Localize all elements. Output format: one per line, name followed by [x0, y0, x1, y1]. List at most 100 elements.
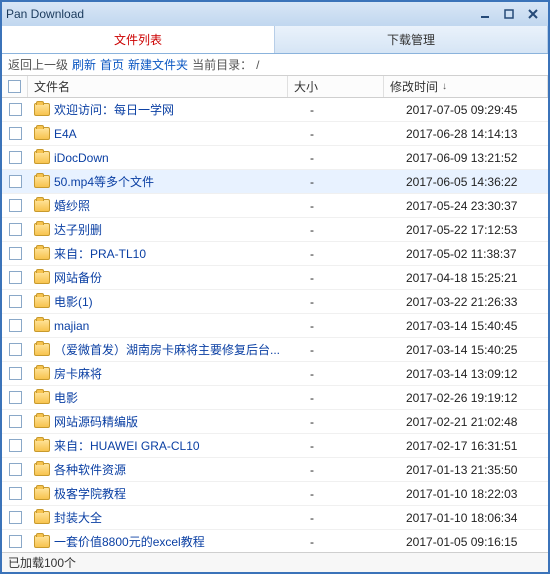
- checkbox-icon: [9, 487, 22, 500]
- row-size: -: [304, 362, 400, 385]
- row-name-cell[interactable]: iDocDown: [28, 146, 304, 169]
- folder-icon: [34, 535, 50, 548]
- row-size: -: [304, 314, 400, 337]
- row-name-cell[interactable]: 婚纱照: [28, 194, 304, 217]
- row-checkbox[interactable]: [2, 458, 28, 481]
- row-name-cell[interactable]: 各种软件资源: [28, 458, 304, 481]
- row-name-cell[interactable]: majian: [28, 314, 304, 337]
- table-row[interactable]: 婚纱照-2017-05-24 23:30:37: [2, 194, 548, 218]
- checkbox-icon: [9, 415, 22, 428]
- row-checkbox[interactable]: [2, 98, 28, 121]
- table-row[interactable]: 一套价值8800元的excel教程-2017-01-05 09:16:15: [2, 530, 548, 552]
- checkbox-icon: [9, 535, 22, 548]
- row-name-cell[interactable]: 网站源码精编版: [28, 410, 304, 433]
- row-time: 2017-03-22 21:26:33: [400, 290, 548, 313]
- row-name-cell[interactable]: 来自：HUAWEI GRA-CL10: [28, 434, 304, 457]
- header-name[interactable]: 文件名: [28, 76, 288, 97]
- tab-download-manager[interactable]: 下载管理: [275, 26, 548, 53]
- checkbox-icon: [8, 80, 21, 93]
- row-name-cell[interactable]: 达子别删: [28, 218, 304, 241]
- row-checkbox[interactable]: [2, 530, 28, 552]
- row-name-cell[interactable]: 欢迎访问：每日一学网: [28, 98, 304, 121]
- header-time[interactable]: 修改时间↓: [384, 76, 548, 97]
- row-checkbox[interactable]: [2, 410, 28, 433]
- row-size: -: [304, 218, 400, 241]
- row-checkbox[interactable]: [2, 194, 28, 217]
- row-time: 2017-02-21 21:02:48: [400, 410, 548, 433]
- newfolder-link[interactable]: 新建文件夹: [128, 56, 188, 73]
- checkbox-icon: [9, 199, 22, 212]
- refresh-link[interactable]: 刷新: [72, 56, 96, 73]
- row-size: -: [304, 242, 400, 265]
- table-row[interactable]: （爱微首发）湖南房卡麻将主要修复后台...-2017-03-14 15:40:2…: [2, 338, 548, 362]
- table-row[interactable]: iDocDown-2017-06-09 13:21:52: [2, 146, 548, 170]
- table-row[interactable]: 极客学院教程-2017-01-10 18:22:03: [2, 482, 548, 506]
- table-row[interactable]: majian -2017-03-14 15:40:45: [2, 314, 548, 338]
- row-name-cell[interactable]: （爱微首发）湖南房卡麻将主要修复后台...: [28, 338, 304, 361]
- table-row[interactable]: E4A-2017-06-28 14:14:13: [2, 122, 548, 146]
- row-name: 房卡麻将: [54, 365, 102, 382]
- table-row[interactable]: 网站源码精编版-2017-02-21 21:02:48: [2, 410, 548, 434]
- row-checkbox[interactable]: [2, 122, 28, 145]
- row-name: majian: [54, 319, 89, 333]
- row-checkbox[interactable]: [2, 146, 28, 169]
- close-button[interactable]: [522, 6, 544, 22]
- row-size: -: [304, 266, 400, 289]
- row-name-cell[interactable]: 电影: [28, 386, 304, 409]
- row-time: 2017-01-10 18:06:34: [400, 506, 548, 529]
- row-checkbox[interactable]: [2, 170, 28, 193]
- folder-icon: [34, 151, 50, 164]
- table-row[interactable]: 电影(1)-2017-03-22 21:26:33: [2, 290, 548, 314]
- row-time: 2017-06-28 14:14:13: [400, 122, 548, 145]
- minimize-button[interactable]: [474, 6, 496, 22]
- row-size: -: [304, 194, 400, 217]
- row-name: 网站源码精编版: [54, 413, 138, 430]
- row-name-cell[interactable]: E4A: [28, 122, 304, 145]
- back-link[interactable]: 返回上一级: [8, 56, 68, 73]
- table-row[interactable]: 封装大全-2017-01-10 18:06:34: [2, 506, 548, 530]
- table-row[interactable]: 各种软件资源-2017-01-13 21:35:50: [2, 458, 548, 482]
- row-checkbox[interactable]: [2, 434, 28, 457]
- tab-file-list[interactable]: 文件列表: [2, 26, 275, 53]
- row-time: 2017-05-22 17:12:53: [400, 218, 548, 241]
- home-link[interactable]: 首页: [100, 56, 124, 73]
- row-name-cell[interactable]: 50.mp4等多个文件: [28, 170, 304, 193]
- header-checkbox[interactable]: [2, 76, 28, 97]
- sort-desc-icon: ↓: [442, 81, 447, 92]
- row-checkbox[interactable]: [2, 338, 28, 361]
- row-checkbox[interactable]: [2, 290, 28, 313]
- row-checkbox[interactable]: [2, 242, 28, 265]
- row-checkbox[interactable]: [2, 386, 28, 409]
- table-row[interactable]: 来自：HUAWEI GRA-CL10-2017-02-17 16:31:51: [2, 434, 548, 458]
- table-row[interactable]: 网站备份-2017-04-18 15:25:21: [2, 266, 548, 290]
- row-checkbox[interactable]: [2, 266, 28, 289]
- row-name-cell[interactable]: 一套价值8800元的excel教程: [28, 530, 304, 552]
- row-name-cell[interactable]: 房卡麻将: [28, 362, 304, 385]
- row-time: 2017-01-10 18:22:03: [400, 482, 548, 505]
- table-row[interactable]: 电影-2017-02-26 19:19:12: [2, 386, 548, 410]
- row-name-cell[interactable]: 电影(1): [28, 290, 304, 313]
- table-row[interactable]: 达子别删-2017-05-22 17:12:53: [2, 218, 548, 242]
- folder-icon: [34, 439, 50, 452]
- row-checkbox[interactable]: [2, 482, 28, 505]
- table-row[interactable]: 来自：PRA-TL10-2017-05-02 11:38:37: [2, 242, 548, 266]
- maximize-button[interactable]: [498, 6, 520, 22]
- header-size[interactable]: 大小: [288, 76, 384, 97]
- row-name-cell[interactable]: 来自：PRA-TL10: [28, 242, 304, 265]
- row-checkbox[interactable]: [2, 362, 28, 385]
- row-name-cell[interactable]: 封装大全: [28, 506, 304, 529]
- row-name-cell[interactable]: 网站备份: [28, 266, 304, 289]
- row-checkbox[interactable]: [2, 506, 28, 529]
- curdir-label: 当前目录：: [192, 56, 252, 73]
- table-row[interactable]: 50.mp4等多个文件-2017-06-05 14:36:22: [2, 170, 548, 194]
- row-checkbox[interactable]: [2, 218, 28, 241]
- row-name-cell[interactable]: 极客学院教程: [28, 482, 304, 505]
- row-checkbox[interactable]: [2, 314, 28, 337]
- file-list[interactable]: 欢迎访问：每日一学网-2017-07-05 09:29:45E4A-2017-0…: [2, 98, 548, 552]
- table-row[interactable]: 欢迎访问：每日一学网-2017-07-05 09:29:45: [2, 98, 548, 122]
- table-row[interactable]: 房卡麻将-2017-03-14 13:09:12: [2, 362, 548, 386]
- row-name: 欢迎访问：每日一学网: [54, 101, 174, 118]
- app-window: Pan Download 文件列表 下载管理 返回上一级 刷新 首页 新建文件夹…: [0, 0, 550, 574]
- folder-icon: [34, 127, 50, 140]
- row-time: 2017-03-14 15:40:45: [400, 314, 548, 337]
